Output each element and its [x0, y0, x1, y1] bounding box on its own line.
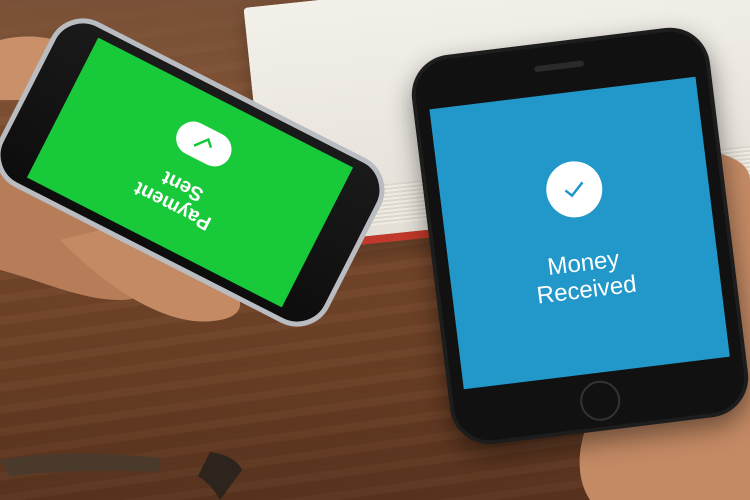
payment-sent-message: Payment Sent	[131, 157, 226, 234]
photo-scene: Payment Sent Money Received	[0, 0, 750, 500]
check-icon	[543, 158, 606, 221]
payment-sent-content: Payment Sent	[131, 110, 249, 235]
right-phone-screen[interactable]: Money Received	[429, 76, 730, 390]
right-phone: Money Received	[407, 23, 750, 449]
check-icon	[170, 116, 238, 173]
eyeglasses	[0, 452, 242, 500]
money-received-message: Money Received	[532, 245, 638, 311]
